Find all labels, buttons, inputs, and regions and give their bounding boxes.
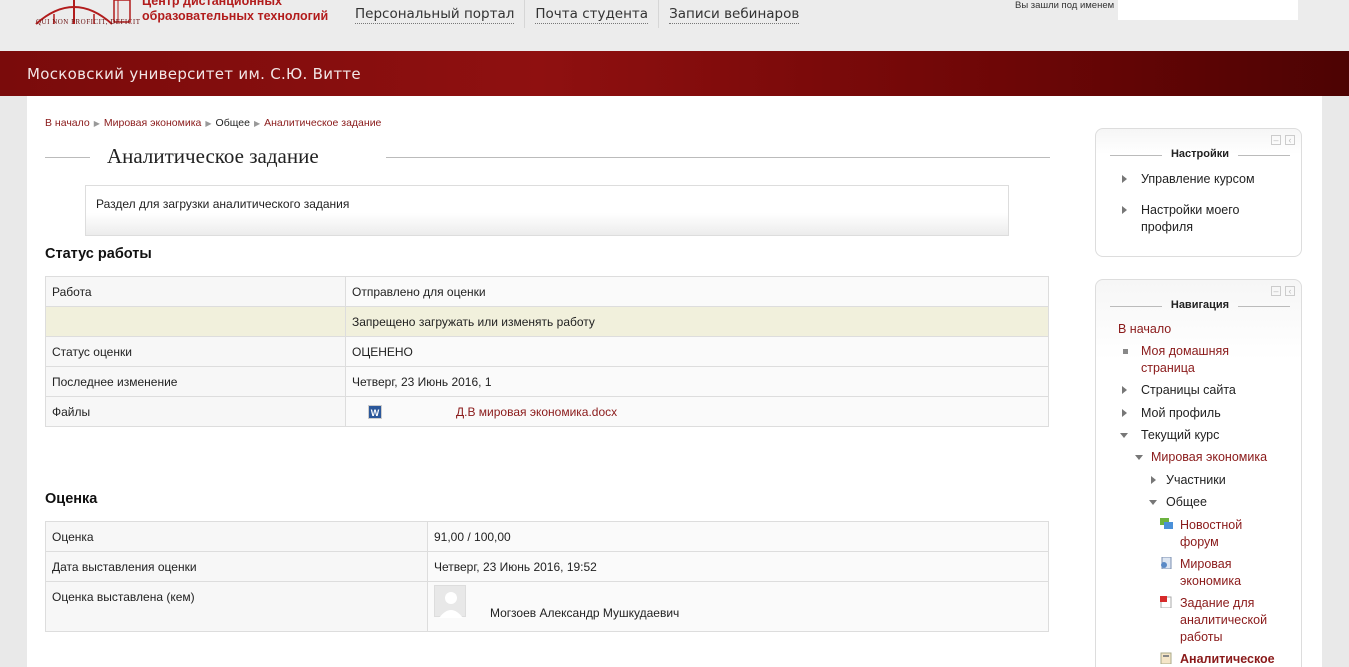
- breadcrumb: В начало ▶ Мировая экономика ▶ Общее ▶ Аналити…: [45, 117, 381, 129]
- breadcrumb-current[interactable]: Аналитическое задание: [264, 117, 381, 129]
- grader-cell: Могзоев Александр Мушкудаевич: [427, 581, 1049, 632]
- graded-date-value: Четверг, 23 Июнь 2016, 19:52: [427, 551, 1049, 582]
- table-row: Статус оценки ОЦЕНЕНО: [45, 336, 1049, 367]
- status-label: Статус оценки: [45, 336, 346, 367]
- file-name[interactable]: Д.В мировая экономика.docx: [456, 405, 617, 419]
- status-section-title: Статус работы: [45, 246, 152, 262]
- status-label: Последнее изменение: [45, 366, 346, 397]
- logo-name: Центр дистанционных образовательных техн…: [142, 0, 329, 23]
- collapse-arrow-icon: [1120, 433, 1128, 438]
- collapse-arrow-icon: [1135, 455, 1143, 460]
- breadcrumb-separator-icon: ▶: [253, 119, 261, 128]
- top-nav: Персональный портал Почта студента Запис…: [345, 0, 809, 32]
- expand-arrow-icon: [1122, 206, 1127, 214]
- redacted-username: [1118, 0, 1299, 20]
- nav-news-forum[interactable]: Новостной форум: [1160, 517, 1290, 551]
- nav-home[interactable]: В начало: [1118, 321, 1171, 338]
- grade-label: Дата выставления оценки: [45, 551, 428, 582]
- nav-task[interactable]: Задание для аналитической работы: [1160, 595, 1290, 647]
- assignment-intro: Раздел для загрузки аналитического задан…: [85, 185, 1009, 236]
- login-info: Вы зашли под именем: [1015, 0, 1299, 20]
- grade-label: Оценка выставлена (кем): [45, 581, 428, 632]
- logo-motto: QUI NON PROFICIT, DEFICIT: [36, 18, 141, 26]
- assignment-icon: [1160, 652, 1172, 664]
- site-banner: Московский университет им. С.Ю. Витте: [0, 51, 1349, 96]
- grade-value: 91,00 / 100,00: [427, 521, 1049, 552]
- nav-my-home[interactable]: Моя домашняя страница: [1122, 343, 1292, 377]
- settings-item-profile[interactable]: Настройки моего профиля: [1122, 202, 1292, 236]
- grade-section-title: Оценка: [45, 491, 98, 507]
- status-label: [45, 306, 346, 337]
- grading-status-value: ОЦЕНЕНО: [345, 336, 1049, 367]
- nav-student-mail[interactable]: Почта студента: [525, 0, 660, 28]
- locked-notice: Запрещено загружать или изменять работу: [345, 306, 1049, 337]
- top-bar: QUI NON PROFICIT, DEFICIT Центр дистанци…: [0, 0, 1349, 51]
- grader-name: Могзоев Александр Мушкудаевич: [490, 606, 680, 620]
- status-label: Файлы: [45, 396, 346, 427]
- expand-arrow-icon: [1122, 409, 1127, 417]
- page-title: Аналитическое задание: [107, 144, 319, 168]
- table-row: Последнее изменение Четверг, 23 Июнь 201…: [45, 366, 1049, 397]
- breadcrumb-separator-icon: ▶: [205, 119, 212, 128]
- nav-personal-portal[interactable]: Персональный портал: [345, 0, 526, 28]
- assignment-icon: [1160, 596, 1172, 608]
- page-heading: Аналитическое задание: [45, 144, 1050, 170]
- nav-world-economy-resource[interactable]: Мировая экономика: [1160, 556, 1290, 590]
- expand-arrow-icon: [1122, 175, 1127, 183]
- breadcrumb-section[interactable]: Общее: [216, 117, 250, 129]
- nav-webinar-records[interactable]: Записи вебинаров: [659, 0, 809, 28]
- status-label: Работа: [45, 276, 346, 307]
- table-row: Запрещено загружать или изменять работу: [45, 306, 1049, 337]
- resource-icon: [1161, 557, 1172, 569]
- user-silhouette-icon: [439, 592, 463, 618]
- breadcrumb-home[interactable]: В начало: [45, 117, 90, 129]
- grader-avatar[interactable]: [434, 585, 466, 618]
- site-logo[interactable]: QUI NON PROFICIT, DEFICIT Центр дистанци…: [34, 0, 334, 36]
- table-row: Дата выставления оценки Четверг, 23 Июнь…: [45, 551, 1049, 582]
- site-title[interactable]: Московский университет им. С.Ю. Витте: [27, 65, 361, 83]
- submitted-file-link[interactable]: W Д.В мировая экономика.docx: [368, 405, 617, 419]
- table-row: Работа Отправлено для оценки: [45, 276, 1049, 307]
- grade-label: Оценка: [45, 521, 428, 552]
- table-row: Оценка 91,00 / 100,00: [45, 521, 1049, 552]
- word-doc-icon: W: [368, 405, 382, 419]
- expand-arrow-icon: [1151, 476, 1156, 484]
- collapse-arrow-icon: [1149, 500, 1157, 505]
- bullet-icon: [1123, 349, 1128, 354]
- table-row: Оценка выставлена (кем) Могзоев Александ…: [45, 581, 1049, 632]
- settings-block: – ‹ Настройки Управление курсом Настройки…: [1095, 128, 1302, 257]
- status-value: Отправлено для оценки: [345, 276, 1049, 307]
- last-modified-value: Четверг, 23 Июнь 2016, 1: [345, 366, 1049, 397]
- breadcrumb-separator-icon: ▶: [93, 119, 100, 128]
- feedback-grade-table: Оценка 91,00 / 100,00 Дата выставления о…: [45, 521, 1049, 632]
- files-cell: W Д.В мировая экономика.docx: [345, 396, 1049, 427]
- navigation-block: – ‹ Навигация В начало Моя домашняя стран…: [1095, 279, 1302, 667]
- forum-icon: [1160, 518, 1173, 529]
- submission-status-table: Работа Отправлено для оценки Запрещено з…: [45, 276, 1049, 427]
- page-content: В начало ▶ Мировая экономика ▶ Общее ▶ Аналити…: [27, 96, 1322, 667]
- breadcrumb-course[interactable]: Мировая экономика: [104, 117, 202, 129]
- table-row: Файлы W Д.В мировая экономика.docx: [45, 396, 1049, 427]
- expand-arrow-icon: [1122, 386, 1127, 394]
